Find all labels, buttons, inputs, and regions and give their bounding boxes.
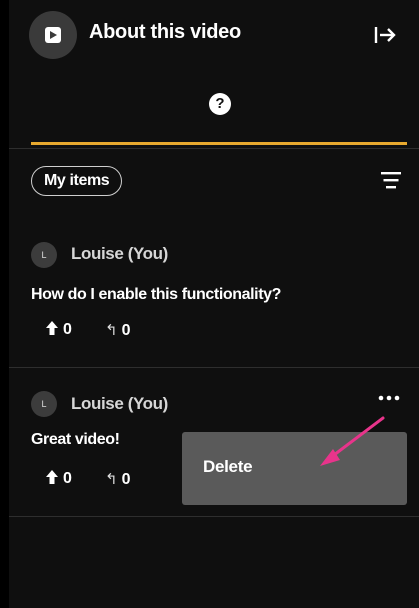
- divider: [9, 148, 419, 149]
- post-author: Louise (You): [71, 394, 168, 413]
- filter-icon[interactable]: [381, 171, 401, 189]
- question-icon: ?: [215, 95, 225, 112]
- upvote-icon: [46, 470, 58, 484]
- avatar: L: [31, 391, 57, 417]
- panel-header: About this video: [9, 0, 419, 70]
- about-video-panel: About this video ? My items L Louise (Yo…: [9, 0, 419, 608]
- reply-icon: ↰: [105, 322, 118, 339]
- play-icon: [29, 11, 77, 59]
- panel-title: About this video: [89, 21, 241, 43]
- post-author: Louise (You): [71, 244, 168, 263]
- reply-button[interactable]: ↰ 0: [105, 321, 130, 340]
- exit-panel-icon[interactable]: [374, 24, 396, 46]
- upvote-count: 0: [63, 470, 72, 487]
- post-text: How do I enable this functionality?: [31, 286, 282, 303]
- reply-button[interactable]: ↰ 0: [105, 470, 130, 489]
- tab-questions[interactable]: ?: [209, 93, 231, 115]
- reply-icon: ↰: [105, 471, 118, 488]
- avatar: L: [31, 242, 57, 268]
- upvote-button[interactable]: 0: [46, 321, 72, 339]
- upvote-count: 0: [63, 321, 72, 338]
- my-items-filter-chip[interactable]: My items: [31, 166, 123, 196]
- reply-count: 0: [121, 471, 131, 488]
- divider: [9, 516, 419, 517]
- upvote-button[interactable]: 0: [46, 470, 72, 488]
- context-menu: Delete: [182, 432, 407, 505]
- upvote-icon: [46, 321, 58, 335]
- divider: [9, 367, 419, 368]
- delete-menu-item[interactable]: Delete: [203, 457, 253, 477]
- post-text: Great video!: [31, 431, 120, 448]
- more-options-icon[interactable]: [377, 393, 401, 403]
- reply-count: 0: [121, 322, 131, 339]
- active-tab-indicator: [31, 142, 407, 145]
